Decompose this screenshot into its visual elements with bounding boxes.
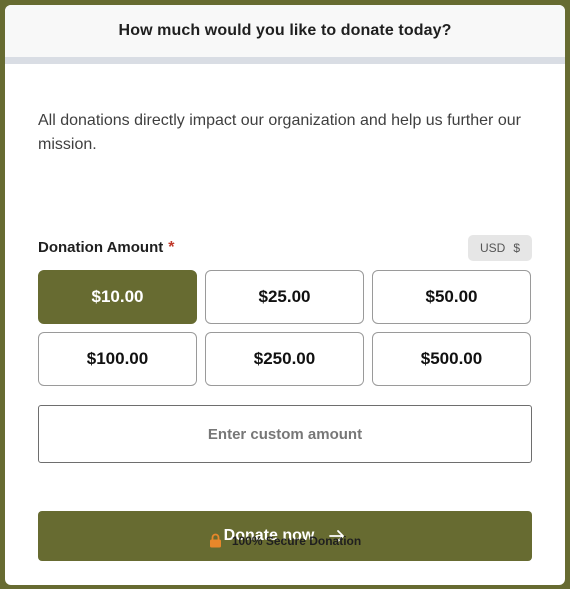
amount-option-10[interactable]: $10.00 <box>38 270 197 324</box>
amount-option-500[interactable]: $500.00 <box>372 332 531 386</box>
amount-option-100[interactable]: $100.00 <box>38 332 197 386</box>
card-header: How much would you like to donate today? <box>5 5 565 57</box>
secure-donation-text: 100% Secure Donation <box>231 533 362 548</box>
custom-amount-input[interactable] <box>38 405 532 463</box>
amount-option-250[interactable]: $250.00 <box>205 332 364 386</box>
donation-amount-row: Donation Amount * USD $ <box>38 234 532 262</box>
intro-text: All donations directly impact our organi… <box>38 112 521 153</box>
amount-label-text: Donation Amount <box>38 239 164 256</box>
amount-option-25[interactable]: $25.00 <box>205 270 364 324</box>
required-mark: * <box>168 239 175 256</box>
donation-amount-label: Donation Amount * <box>38 239 175 257</box>
card-title: How much would you like to donate today? <box>118 22 452 39</box>
lock-icon <box>209 533 222 548</box>
secure-donation-note: 100% Secure Donation <box>5 533 565 548</box>
header-divider <box>5 57 565 64</box>
currency-symbol: $ <box>513 241 520 255</box>
donation-card: How much would you like to donate today?… <box>5 5 565 585</box>
amount-options: $10.00 $25.00 $50.00 $100.00 $250.00 $50… <box>38 270 532 386</box>
amount-option-50[interactable]: $50.00 <box>372 270 531 324</box>
currency-selector[interactable]: USD $ <box>467 235 532 261</box>
currency-code: USD <box>479 241 506 255</box>
